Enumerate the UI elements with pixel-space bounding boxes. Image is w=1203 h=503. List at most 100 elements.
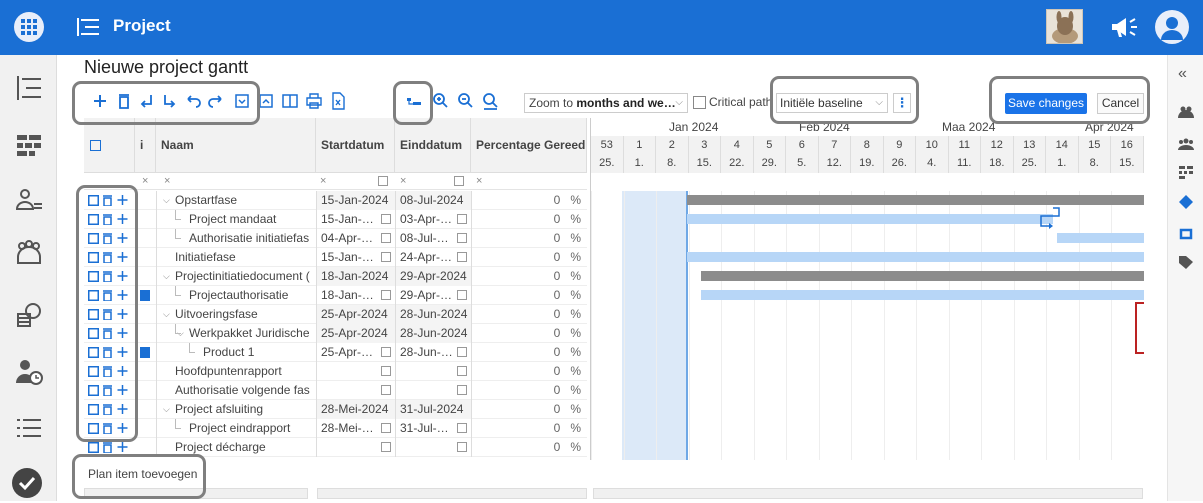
name-column-header[interactable]: Naam <box>156 118 316 173</box>
calendar-icon[interactable] <box>381 290 391 300</box>
gantt-summary-bar[interactable] <box>687 195 1144 205</box>
row-delete-icon[interactable] <box>102 441 113 453</box>
zoom-out-icon[interactable] <box>455 90 475 112</box>
task-name-cell[interactable]: Product 1 <box>156 343 316 362</box>
print-icon[interactable] <box>304 90 324 112</box>
grid-horizontal-scrollbar-2[interactable] <box>317 488 587 499</box>
table-row[interactable]: ⌵ Opstartfase 15-Jan-2024 08-Jul-2024 0% <box>84 191 587 210</box>
select-all-checkbox[interactable] <box>90 140 101 151</box>
calendar-icon[interactable] <box>381 252 391 262</box>
percent-cell[interactable]: 0% <box>471 248 587 267</box>
profile-photo[interactable] <box>1046 9 1083 44</box>
gantt-task-bar[interactable] <box>701 290 1144 300</box>
clear-filter-icon[interactable]: × <box>142 175 148 187</box>
table-row[interactable]: ⌵ Project afsluiting 28-Mei-2024 31-Jul-202… <box>84 400 587 419</box>
table-row[interactable]: Hoofdpuntenrapport 0% <box>84 362 587 381</box>
calendar-icon[interactable] <box>457 347 467 357</box>
end-date-cell[interactable]: 03-Apr-… <box>395 210 471 229</box>
resources-icon[interactable] <box>14 239 44 269</box>
task-name-cell[interactable]: ⌵ Opstartfase <box>156 191 316 210</box>
end-date-cell[interactable] <box>395 362 471 381</box>
gantt-summary-bar[interactable] <box>701 271 1144 281</box>
task-name-cell[interactable]: ⌵ Projectinitiatiedocument ( <box>156 267 316 286</box>
percent-cell[interactable]: 0% <box>471 210 587 229</box>
chevron-down-icon[interactable]: ⌵ <box>163 400 170 418</box>
percent-cell[interactable]: 0% <box>471 324 587 343</box>
start-date-cell[interactable]: 15-Jan-… <box>316 210 395 229</box>
calendar-icon[interactable] <box>457 385 467 395</box>
start-date-cell[interactable]: 25-Apr-… <box>316 343 395 362</box>
task-name-cell[interactable]: Authorisatie volgende fas <box>156 381 316 400</box>
calendar-icon[interactable] <box>381 442 391 452</box>
end-date-cell[interactable]: 28-Jun-2024 <box>395 324 471 343</box>
table-row[interactable]: Project mandaat 15-Jan-… 03-Apr-… 0% <box>84 210 587 229</box>
end-date-cell[interactable]: 24-Apr-… <box>395 248 471 267</box>
percent-cell[interactable]: 0% <box>471 381 587 400</box>
table-row[interactable]: ⌵ Uitvoeringsfase 25-Apr-2024 28-Jun-2024 0% <box>84 305 587 324</box>
stakeholders-icon[interactable] <box>1178 137 1194 151</box>
calendar-icon[interactable] <box>381 423 391 433</box>
calendar-icon[interactable] <box>457 233 467 243</box>
columns-icon[interactable] <box>280 90 300 112</box>
end-date-cell[interactable]: 08-Jul-… <box>395 229 471 248</box>
board-icon[interactable] <box>1178 165 1194 179</box>
apps-grid-icon[interactable] <box>14 12 44 42</box>
user-avatar-icon[interactable] <box>1155 10 1189 44</box>
percent-cell[interactable]: 0% <box>471 191 587 210</box>
task-name-cell[interactable]: Initiatiefase <box>156 248 316 267</box>
start-date-cell[interactable] <box>316 381 395 400</box>
start-date-cell[interactable]: 15-Jan-… <box>316 248 395 267</box>
calendar-icon[interactable] <box>381 385 391 395</box>
task-name-cell[interactable]: ⌵ Uitvoeringsfase <box>156 305 316 324</box>
task-name-cell[interactable]: Hoofdpuntenrapport <box>156 362 316 381</box>
end-column-header[interactable]: Einddatum <box>395 118 471 173</box>
calendar-icon[interactable] <box>381 347 391 357</box>
row-add-icon[interactable] <box>117 441 128 453</box>
calendar-icon[interactable] <box>381 214 391 224</box>
people-icon[interactable] <box>1178 105 1194 119</box>
user-time-icon[interactable] <box>14 357 44 387</box>
finance-icon[interactable] <box>14 300 44 330</box>
clear-filter-icon[interactable]: × <box>400 175 406 187</box>
start-date-cell[interactable]: 15-Jan-2024 <box>316 191 395 210</box>
calendar-icon[interactable] <box>378 176 388 186</box>
start-column-header[interactable]: Startdatum <box>316 118 395 173</box>
chevron-down-icon[interactable]: ⌵ <box>163 191 170 209</box>
task-name-cell[interactable]: Projectauthorisatie <box>156 286 316 305</box>
refresh-icon[interactable] <box>1178 227 1194 241</box>
calendar-icon[interactable] <box>454 176 464 186</box>
chevron-down-icon[interactable]: ⌵ <box>163 305 170 323</box>
clear-filter-icon[interactable]: × <box>164 175 170 187</box>
end-date-cell[interactable]: 31-Jul-… <box>395 419 471 438</box>
table-row[interactable]: Project eindrapport 28-Mei-… 31-Jul-… 0% <box>84 419 587 438</box>
percent-cell[interactable]: 0% <box>471 305 587 324</box>
start-date-cell[interactable]: 18-Jan-2024 <box>316 267 395 286</box>
portfolio-grid-icon[interactable] <box>14 131 44 161</box>
table-row[interactable]: Projectauthorisatie 18-Jan-… 29-Apr-… 0% <box>84 286 587 305</box>
tag-icon[interactable] <box>1178 255 1194 269</box>
start-date-cell[interactable]: 28-Mei-… <box>316 419 395 438</box>
percent-cell[interactable]: 0% <box>471 438 587 457</box>
collapse-panel-icon[interactable]: « <box>1178 65 1187 83</box>
task-name-cell[interactable]: Project eindrapport <box>156 419 316 438</box>
zoom-fit-icon[interactable] <box>480 90 500 112</box>
diamond-icon[interactable] <box>1178 195 1194 209</box>
zoom-in-icon[interactable] <box>430 90 450 112</box>
task-list-icon[interactable] <box>14 413 44 443</box>
table-row[interactable]: Initiatiefase 15-Jan-… 24-Apr-… 0% <box>84 248 587 267</box>
start-date-cell[interactable]: 25-Apr-2024 <box>316 305 395 324</box>
percent-cell[interactable]: 0% <box>471 267 587 286</box>
task-name-cell[interactable]: ⌵ Project afsluiting <box>156 400 316 419</box>
calendar-icon[interactable] <box>381 366 391 376</box>
calendar-icon[interactable] <box>457 442 467 452</box>
calendar-icon[interactable] <box>457 423 467 433</box>
start-date-cell[interactable]: 04-Apr-… <box>316 229 395 248</box>
percent-cell[interactable]: 0% <box>471 419 587 438</box>
start-date-cell[interactable]: 28-Mei-2024 <box>316 400 395 419</box>
end-date-cell[interactable]: 08-Jul-2024 <box>395 191 471 210</box>
percent-cell[interactable]: 0% <box>471 286 587 305</box>
announcements-icon[interactable] <box>1110 15 1138 39</box>
table-row[interactable]: Authorisatie initiatiefas 04-Apr-… 08-Jul-… <box>84 229 587 248</box>
end-date-cell[interactable] <box>395 381 471 400</box>
calendar-icon[interactable] <box>457 252 467 262</box>
